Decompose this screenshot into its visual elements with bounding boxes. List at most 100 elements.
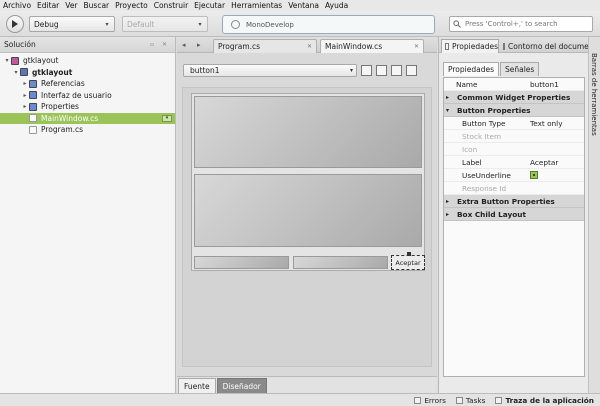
expanded-arrow-icon[interactable]: ▾	[12, 69, 20, 76]
tree-item[interactable]: ▸ Referencias	[0, 78, 175, 90]
tree-item-label: Program.cs	[41, 125, 84, 135]
tab-fuente[interactable]: Fuente	[178, 378, 216, 393]
output-icon	[495, 396, 503, 404]
collapsed-arrow-icon[interactable]: ▸	[444, 211, 451, 218]
tab-disenador[interactable]: Diseñador	[216, 378, 267, 393]
collapsed-arrow-icon[interactable]: ▸	[21, 80, 29, 87]
tab-label: MainWindow.cs	[325, 42, 383, 51]
menu-construir[interactable]: Construir	[154, 1, 188, 10]
search-placeholder: Press 'Control+,' to search	[465, 20, 558, 28]
menu-ayuda[interactable]: Ayuda	[325, 1, 348, 10]
menu-ventana[interactable]: Ventana	[288, 1, 319, 10]
align-icon[interactable]	[406, 65, 417, 76]
property-grid: Name button1 ▸ Common Widget Properties ▾ But…	[443, 77, 585, 377]
property-name: Extra Button Properties	[457, 196, 555, 206]
move-icon[interactable]	[391, 65, 402, 76]
menu-ejecutar[interactable]: Ejecutar	[194, 1, 225, 10]
use-underline-checkbox[interactable]	[530, 171, 538, 179]
tree-item[interactable]: ▾ gtklayout	[0, 67, 175, 79]
property-group[interactable]: ▸ Box Child Layout	[444, 208, 584, 221]
tree-item-label: Referencias	[41, 79, 85, 89]
property-name: Label	[462, 157, 482, 167]
property-name: Stock Item	[462, 131, 502, 141]
property-value[interactable]: button1	[530, 80, 584, 89]
tree-item[interactable]: ▸ Interfaz de usuario	[0, 90, 175, 102]
close-icon[interactable]: ✕	[414, 43, 419, 50]
property-name: Button Type	[462, 118, 506, 128]
expanded-arrow-icon[interactable]: ▾	[444, 107, 451, 114]
collapsed-arrow-icon[interactable]: ▸	[444, 94, 451, 101]
tab-label: Fuente	[184, 381, 210, 391]
select-parent-icon[interactable]	[361, 65, 372, 76]
project-icon	[20, 68, 28, 77]
tree-item[interactable]: ▾ gtklayout	[0, 55, 175, 67]
toolbox-strip[interactable]: Barras de herramientas	[588, 37, 600, 393]
menu-archivo[interactable]: Archivo	[3, 1, 31, 10]
close-icon[interactable]: ✕	[307, 43, 312, 50]
tasks-pad-button[interactable]: Tasks	[455, 396, 485, 405]
widget-selector[interactable]: button1 ▾	[183, 64, 357, 77]
tree-item[interactable]: MainWindow.cs ▾	[0, 112, 175, 124]
tab-contorno-documento[interactable]: Contorno del documento	[500, 39, 588, 53]
select-child-icon[interactable]	[376, 65, 387, 76]
property-name: Name	[456, 79, 478, 89]
run-button[interactable]	[6, 15, 24, 33]
menu-herramientas[interactable]: Herramientas	[231, 1, 282, 10]
tab-propiedades[interactable]: Propiedades	[441, 39, 499, 53]
application-output-button[interactable]: Traza de la aplicación	[495, 396, 594, 405]
search-input[interactable]: Press 'Control+,' to search	[449, 16, 593, 32]
tree-item-label: gtklayout	[23, 56, 59, 66]
item-options-icon[interactable]: ▾	[162, 114, 172, 122]
tree-item[interactable]: ▸ Properties	[0, 101, 175, 113]
menu-editar[interactable]: Editar	[37, 1, 59, 10]
tabs-next-icon[interactable]: ▸	[197, 41, 201, 49]
property-group[interactable]: ▸ Extra Button Properties	[444, 195, 584, 208]
property-row[interactable]: Icon	[444, 143, 584, 156]
solution-icon	[11, 56, 19, 65]
property-name: Button Properties	[457, 105, 531, 115]
properties-pane: Propiedades Contorno del documento Propi…	[438, 37, 588, 393]
aceptar-button[interactable]: Aceptar	[391, 252, 425, 270]
vbox-slot-middle[interactable]	[194, 174, 422, 247]
property-row[interactable]: Label Aceptar	[444, 156, 584, 169]
property-name: Box Child Layout	[457, 209, 526, 219]
property-group[interactable]: ▾ Button Properties	[444, 104, 584, 117]
tab-label: Diseñador	[222, 381, 261, 391]
collapsed-arrow-icon[interactable]: ▸	[444, 198, 451, 205]
tabs-prev-icon[interactable]: ◂	[182, 41, 186, 49]
property-row[interactable]: Stock Item	[444, 130, 584, 143]
tree-item[interactable]: Program.cs	[0, 124, 175, 136]
collapsed-arrow-icon[interactable]: ▸	[21, 92, 29, 99]
document-tabs: ◂ ▸ Program.cs ✕ MainWindow.cs ✕	[177, 37, 437, 53]
property-row[interactable]: UseUnderline	[444, 169, 584, 182]
subtab-propiedades[interactable]: Propiedades	[443, 62, 499, 76]
folder-icon	[29, 79, 37, 88]
menu-ver[interactable]: Ver	[65, 1, 77, 10]
hbox-slot-middle[interactable]	[293, 256, 388, 269]
collapsed-arrow-icon[interactable]: ▸	[21, 103, 29, 110]
menu-proyecto[interactable]: Proyecto	[115, 1, 148, 10]
property-value[interactable]: Text only	[530, 119, 584, 128]
expanded-arrow-icon[interactable]: ▾	[3, 57, 11, 64]
menu-buscar[interactable]: Buscar	[84, 1, 110, 10]
configuration-value: Debug	[34, 19, 59, 29]
pane-controls[interactable]: ▫ ✕	[150, 41, 170, 48]
designer-toolbar: button1 ▾	[177, 60, 437, 80]
property-row[interactable]: Name button1	[444, 78, 584, 91]
main-window-preview: Aceptar	[191, 93, 425, 271]
toolbox-label: Barras de herramientas	[590, 53, 598, 136]
vbox-slot-top[interactable]	[194, 96, 422, 168]
property-group[interactable]: ▸ Common Widget Properties	[444, 91, 584, 104]
tab-mainwindow-cs[interactable]: MainWindow.cs ✕	[320, 39, 424, 53]
errors-pad-button[interactable]: Errors	[414, 396, 446, 405]
property-row[interactable]: Button Type Text only	[444, 117, 584, 130]
widget-selector-value: button1	[190, 66, 220, 75]
search-icon	[453, 20, 461, 28]
property-row[interactable]: Response Id	[444, 182, 584, 195]
hbox-slot-left[interactable]	[194, 256, 289, 269]
property-value[interactable]: Aceptar	[530, 158, 584, 167]
property-name: Common Widget Properties	[457, 92, 571, 102]
subtab-senales[interactable]: Señales	[500, 62, 540, 76]
configuration-combo[interactable]: Debug ▾	[29, 16, 115, 32]
tab-program-cs[interactable]: Program.cs ✕	[213, 39, 317, 53]
